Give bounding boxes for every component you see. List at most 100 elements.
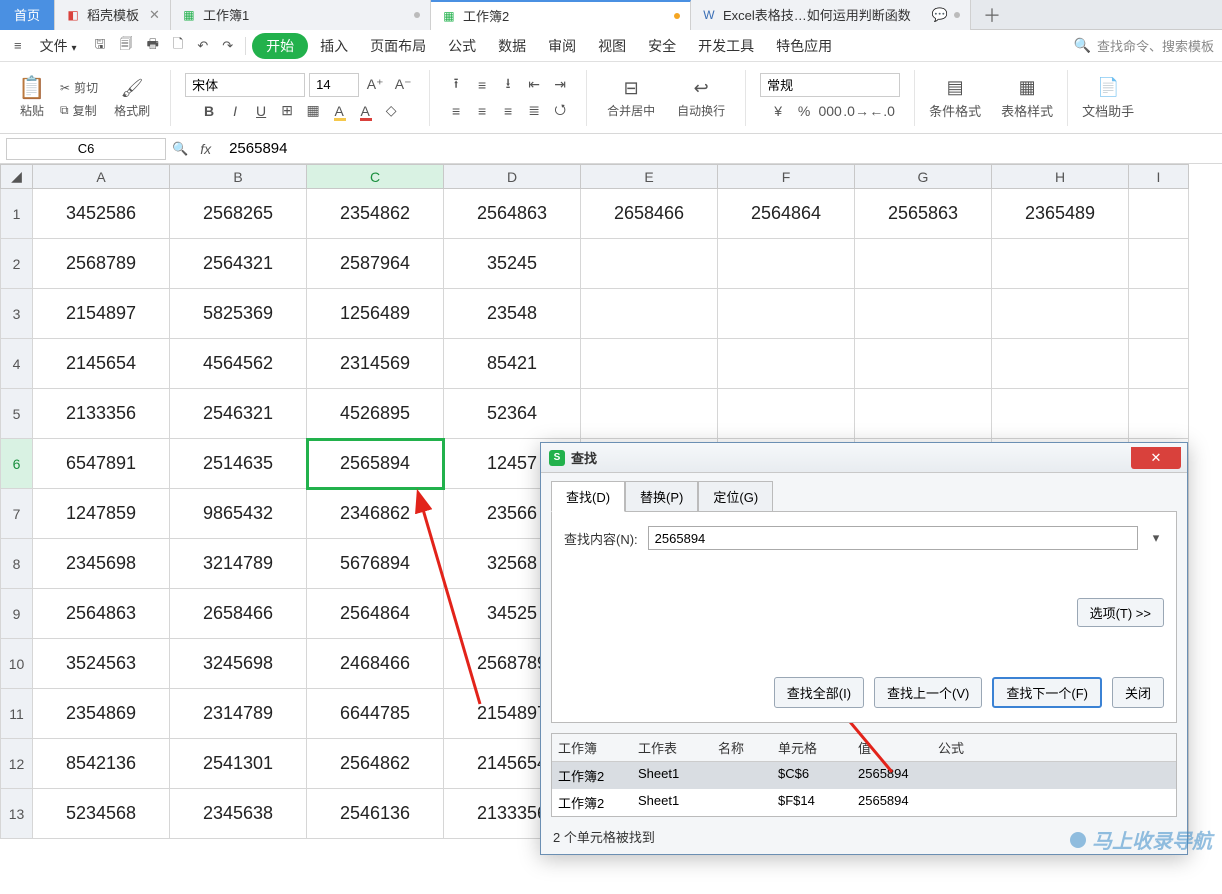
italic-button[interactable]: I: [223, 99, 247, 123]
cell[interactable]: [718, 339, 855, 389]
cell[interactable]: [992, 339, 1129, 389]
tab-template[interactable]: ◧ 稻壳模板 ✕: [55, 0, 171, 30]
cell[interactable]: 23548: [444, 289, 581, 339]
cell[interactable]: [581, 289, 718, 339]
column-header[interactable]: E: [581, 165, 718, 189]
comma-icon[interactable]: 000: [818, 99, 842, 123]
font-color-button[interactable]: A: [353, 99, 377, 123]
row-header[interactable]: 13: [1, 789, 33, 839]
row-header[interactable]: 10: [1, 639, 33, 689]
cell[interactable]: 2564863: [33, 589, 170, 639]
row-header[interactable]: 8: [1, 539, 33, 589]
border-button[interactable]: ⊞: [275, 99, 299, 123]
cell[interactable]: 3214789: [170, 539, 307, 589]
cell[interactable]: 2514635: [170, 439, 307, 489]
align-left-icon[interactable]: ≡: [444, 99, 468, 123]
find-prev-button[interactable]: 查找上一个(V): [874, 677, 982, 708]
menu-insert[interactable]: 插入: [310, 32, 358, 60]
cell[interactable]: [581, 239, 718, 289]
cond-format-button[interactable]: ▤条件格式: [923, 73, 987, 122]
cell[interactable]: 2546136: [307, 789, 444, 839]
cell[interactable]: 2564863: [444, 189, 581, 239]
copy-button[interactable]: ⧉复制: [56, 100, 102, 121]
increase-font-icon[interactable]: A⁺: [363, 73, 387, 97]
doc-assist-button[interactable]: 📄文档助手: [1076, 73, 1140, 122]
fx-icon[interactable]: fx: [194, 141, 217, 157]
name-box[interactable]: [6, 138, 166, 160]
cell[interactable]: 2564321: [170, 239, 307, 289]
chevron-down-icon[interactable]: ▾: [1148, 530, 1164, 546]
paste-button[interactable]: 📋 粘贴: [14, 74, 50, 121]
cell[interactable]: 1247859: [33, 489, 170, 539]
column-header[interactable]: A: [33, 165, 170, 189]
cell[interactable]: [1129, 289, 1189, 339]
cell[interactable]: 5676894: [307, 539, 444, 589]
cell[interactable]: 2314789: [170, 689, 307, 739]
dialog-titlebar[interactable]: S 查找 ✕: [541, 443, 1187, 473]
cell[interactable]: 2345698: [33, 539, 170, 589]
align-top-icon[interactable]: ⭱: [444, 73, 468, 97]
cell[interactable]: [992, 289, 1129, 339]
cut-button[interactable]: ✂剪切: [56, 77, 102, 98]
cell[interactable]: 4564562: [170, 339, 307, 389]
menu-data[interactable]: 数据: [488, 32, 536, 60]
cell[interactable]: [1129, 339, 1189, 389]
column-header[interactable]: I: [1129, 165, 1189, 189]
cell[interactable]: 2354869: [33, 689, 170, 739]
print-icon[interactable]: 🖶: [141, 31, 165, 61]
bold-button[interactable]: B: [197, 99, 221, 123]
cell[interactable]: 1256489: [307, 289, 444, 339]
fill-color-button[interactable]: A: [327, 99, 351, 123]
cell[interactable]: 5234568: [33, 789, 170, 839]
row-header[interactable]: 12: [1, 739, 33, 789]
row-header[interactable]: 1: [1, 189, 33, 239]
cell[interactable]: 2346862: [307, 489, 444, 539]
cell[interactable]: 2133356: [33, 389, 170, 439]
column-header[interactable]: F: [718, 165, 855, 189]
menu-layout[interactable]: 页面布局: [360, 32, 436, 60]
cell[interactable]: 4526895: [307, 389, 444, 439]
align-bottom-icon[interactable]: ⭳: [496, 73, 520, 97]
cell[interactable]: [855, 339, 992, 389]
cell[interactable]: [1129, 389, 1189, 439]
column-header[interactable]: D: [444, 165, 581, 189]
cell[interactable]: [855, 239, 992, 289]
tab-workbook2[interactable]: ▦ 工作簿2: [431, 0, 691, 30]
cell[interactable]: 2565894: [307, 439, 444, 489]
menu-security[interactable]: 安全: [638, 32, 686, 60]
align-center-icon[interactable]: ≡: [470, 99, 494, 123]
table-style-button[interactable]: ▦表格样式: [995, 73, 1059, 122]
indent-right-icon[interactable]: ⇥: [548, 73, 572, 97]
cell[interactable]: 3452586: [33, 189, 170, 239]
cell[interactable]: 5825369: [170, 289, 307, 339]
cell[interactable]: 85421: [444, 339, 581, 389]
cell[interactable]: 2365489: [992, 189, 1129, 239]
tab-find[interactable]: 查找(D): [551, 481, 625, 512]
select-all-corner[interactable]: ◢: [1, 165, 33, 189]
cell[interactable]: 2568265: [170, 189, 307, 239]
fill-pattern-button[interactable]: ▦: [301, 99, 325, 123]
inc-decimal-icon[interactable]: .0→: [844, 99, 868, 123]
row-header[interactable]: 5: [1, 389, 33, 439]
orientation-icon[interactable]: ⭯: [548, 99, 572, 123]
cell[interactable]: [718, 389, 855, 439]
cell[interactable]: [581, 389, 718, 439]
zoom-icon[interactable]: 🔍: [172, 141, 188, 157]
cell[interactable]: 2658466: [170, 589, 307, 639]
cell[interactable]: 6644785: [307, 689, 444, 739]
cell[interactable]: 2145654: [33, 339, 170, 389]
font-name-select[interactable]: [185, 73, 305, 97]
row-header[interactable]: 2: [1, 239, 33, 289]
font-size-select[interactable]: [309, 73, 359, 97]
cell[interactable]: 52364: [444, 389, 581, 439]
column-header[interactable]: H: [992, 165, 1129, 189]
cell[interactable]: [992, 239, 1129, 289]
cell[interactable]: 2587964: [307, 239, 444, 289]
row-header[interactable]: 4: [1, 339, 33, 389]
tab-excel-tips[interactable]: W Excel表格技…如何运用判断函数 💬: [691, 0, 971, 30]
cell[interactable]: [1129, 239, 1189, 289]
formula-input[interactable]: [223, 138, 1216, 160]
find-next-button[interactable]: 查找下一个(F): [992, 677, 1102, 708]
indent-left-icon[interactable]: ⇤: [522, 73, 546, 97]
save-as-icon[interactable]: 🗐: [114, 31, 139, 61]
